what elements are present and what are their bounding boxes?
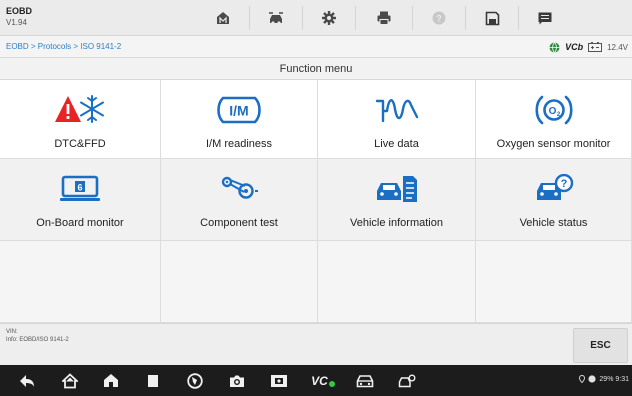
- tile-label: Vehicle status: [519, 217, 588, 229]
- monitor-icon: 6: [60, 175, 100, 201]
- home-icon: [217, 12, 229, 24]
- tile-vehicle-information[interactable]: Vehicle information: [318, 159, 476, 241]
- tile-im-readiness[interactable]: I/M I/M readiness: [161, 80, 318, 159]
- car-settings-icon: [398, 374, 416, 387]
- im-icon: I/M: [217, 96, 261, 124]
- tile-live-data[interactable]: Live data: [318, 80, 476, 159]
- save-button[interactable]: [466, 0, 518, 36]
- component-test-icon: [221, 176, 258, 199]
- protocol-info: Info: EOBD/ISO 9141-2: [6, 337, 69, 343]
- back-button[interactable]: [12, 365, 42, 396]
- screenshot-icon: [271, 374, 287, 387]
- vci-manager-button[interactable]: VC: [306, 365, 340, 396]
- browser-icon: [187, 372, 203, 389]
- tile-label: Component test: [200, 217, 278, 229]
- back-arrow-icon: [20, 374, 34, 387]
- tile-dtc-ffd[interactable]: DTC&FFD: [0, 80, 161, 159]
- location-icon: [579, 375, 586, 383]
- settings-button[interactable]: [303, 0, 355, 36]
- svg-text:?: ?: [560, 178, 567, 190]
- print-button[interactable]: [356, 0, 412, 36]
- home-button[interactable]: [197, 0, 249, 36]
- vehicle-service-button[interactable]: [392, 365, 422, 396]
- tile-label: Vehicle information: [350, 217, 443, 229]
- esc-button[interactable]: ESC: [573, 328, 628, 363]
- svg-text:O: O: [548, 106, 556, 117]
- screenshot-button[interactable]: [264, 365, 294, 396]
- tile-label: On-Board monitor: [36, 217, 124, 229]
- info-bar: VIN: Info: EOBD/ISO 9141-2 ESC: [0, 323, 632, 365]
- vehicle-swap-icon: [269, 12, 283, 25]
- app-name: EOBD: [6, 6, 33, 16]
- tile-label: Live data: [374, 138, 419, 150]
- battery-voltage: 12.4V: [607, 42, 628, 52]
- svg-text:I/M: I/M: [229, 103, 248, 119]
- save-icon: [485, 11, 499, 25]
- oxygen-sensor-icon: O 2: [534, 95, 573, 125]
- globe-icon: [549, 41, 560, 53]
- empty-tile: [161, 241, 318, 323]
- home-nav-button[interactable]: [55, 365, 85, 396]
- tile-label: Oxygen sensor monitor: [496, 138, 611, 150]
- connection-status: VCb 12.4V: [549, 39, 628, 55]
- vci-status-label: VCb: [565, 42, 584, 52]
- tile-label: DTC&FFD: [54, 138, 106, 150]
- tile-label: I/M readiness: [205, 138, 273, 150]
- tile-on-board-monitor[interactable]: 6 On-Board monitor: [0, 159, 161, 241]
- system-status: 29% 9:31: [579, 375, 629, 383]
- browser-button[interactable]: [180, 365, 210, 396]
- empty-tile: [318, 241, 476, 323]
- vci-check-icon: [328, 380, 335, 387]
- tile-component-test[interactable]: Component test: [161, 159, 318, 241]
- top-toolbar: EOBD V1.94 ?: [0, 0, 632, 36]
- camera-icon: [230, 375, 244, 387]
- app-version: V1.94: [6, 18, 27, 27]
- waveform-icon: [375, 99, 418, 123]
- system-navbar: VC 29% 9:31: [0, 365, 632, 396]
- svg-text:?: ?: [436, 14, 442, 24]
- app-title: EOBD V1.94: [6, 6, 32, 28]
- svg-text:6: 6: [77, 183, 82, 193]
- function-grid: DTC&FFD I/M I/M readiness Live data O 2: [0, 80, 632, 323]
- printer-icon: [377, 11, 391, 25]
- breadcrumb-bar: EOBD > Protocols > ISO 9141-2 VCb 12.4V: [0, 36, 632, 58]
- recent-apps-button[interactable]: [138, 365, 168, 396]
- vci-nav-label: VC: [311, 373, 328, 388]
- battery-time-label: 29% 9:31: [599, 375, 629, 383]
- warning-snowflake-icon: [55, 95, 104, 123]
- empty-tile: [476, 241, 632, 323]
- tile-vehicle-status[interactable]: ? Vehicle status: [476, 159, 632, 241]
- car-icon: [356, 374, 374, 387]
- vehicle-swap-button[interactable]: [250, 0, 302, 36]
- gear-icon: [322, 11, 336, 25]
- message-icon: [538, 12, 552, 24]
- recents-icon: [148, 374, 158, 387]
- battery-icon: [588, 42, 603, 52]
- vehicle-menu-button[interactable]: [350, 365, 380, 396]
- house-icon: [104, 374, 118, 387]
- camera-button[interactable]: [222, 365, 252, 396]
- vin-label: VIN:: [6, 329, 18, 335]
- breadcrumb[interactable]: EOBD > Protocols > ISO 9141-2: [6, 42, 121, 51]
- vehicle-info-icon: [376, 176, 417, 202]
- vehicle-status-icon: ?: [536, 174, 573, 200]
- autel-home-button[interactable]: [96, 365, 126, 396]
- wifi-icon: [588, 375, 597, 383]
- tile-oxygen-sensor-monitor[interactable]: O 2 Oxygen sensor monitor: [476, 80, 632, 159]
- message-button[interactable]: [519, 0, 571, 36]
- help-icon: ?: [432, 11, 446, 25]
- home-icon: [62, 372, 78, 388]
- page-title: Function menu: [0, 58, 632, 80]
- help-button[interactable]: ?: [413, 0, 465, 36]
- empty-tile: [0, 241, 161, 323]
